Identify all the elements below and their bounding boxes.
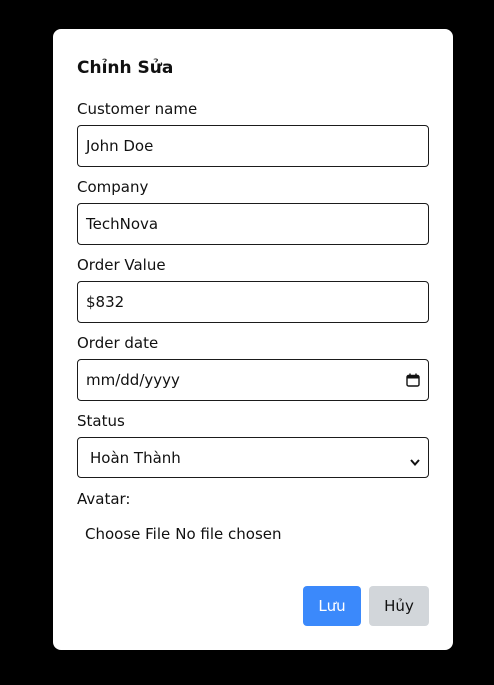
save-button[interactable]: Lưu [303,586,361,626]
calendar-icon[interactable] [406,373,420,387]
company-label: Company [77,178,149,196]
order-value-input[interactable]: $832 [77,281,429,323]
choose-file-button[interactable]: Choose File [85,523,170,545]
file-status-text: No file chosen [175,525,282,543]
status-selected-value: Hoàn Thành [90,448,181,467]
status-label: Status [77,412,125,430]
status-select[interactable]: Hoàn Thành [77,437,429,478]
order-date-label: Order date [77,334,159,352]
cancel-button[interactable]: Hủy [369,586,429,626]
company-value: TechNova [86,215,159,233]
customer-name-value: John Doe [86,137,154,155]
avatar-label: Avatar: [77,490,131,508]
order-date-placeholder: mm/dd/yyyy [86,371,180,389]
edit-modal: Chỉnh Sửa Customer name John Doe Company… [53,29,453,650]
modal-title: Chỉnh Sửa [77,58,174,78]
customer-name-label: Customer name [77,100,198,118]
company-input[interactable]: TechNova [77,203,429,245]
customer-name-input[interactable]: John Doe [77,125,429,167]
order-value-value: $832 [86,293,125,311]
avatar-file-input[interactable]: Choose File No file chosen [85,523,282,545]
order-date-input[interactable]: mm/dd/yyyy [77,359,429,401]
order-value-label: Order Value [77,256,166,274]
chevron-down-icon [410,453,420,466]
